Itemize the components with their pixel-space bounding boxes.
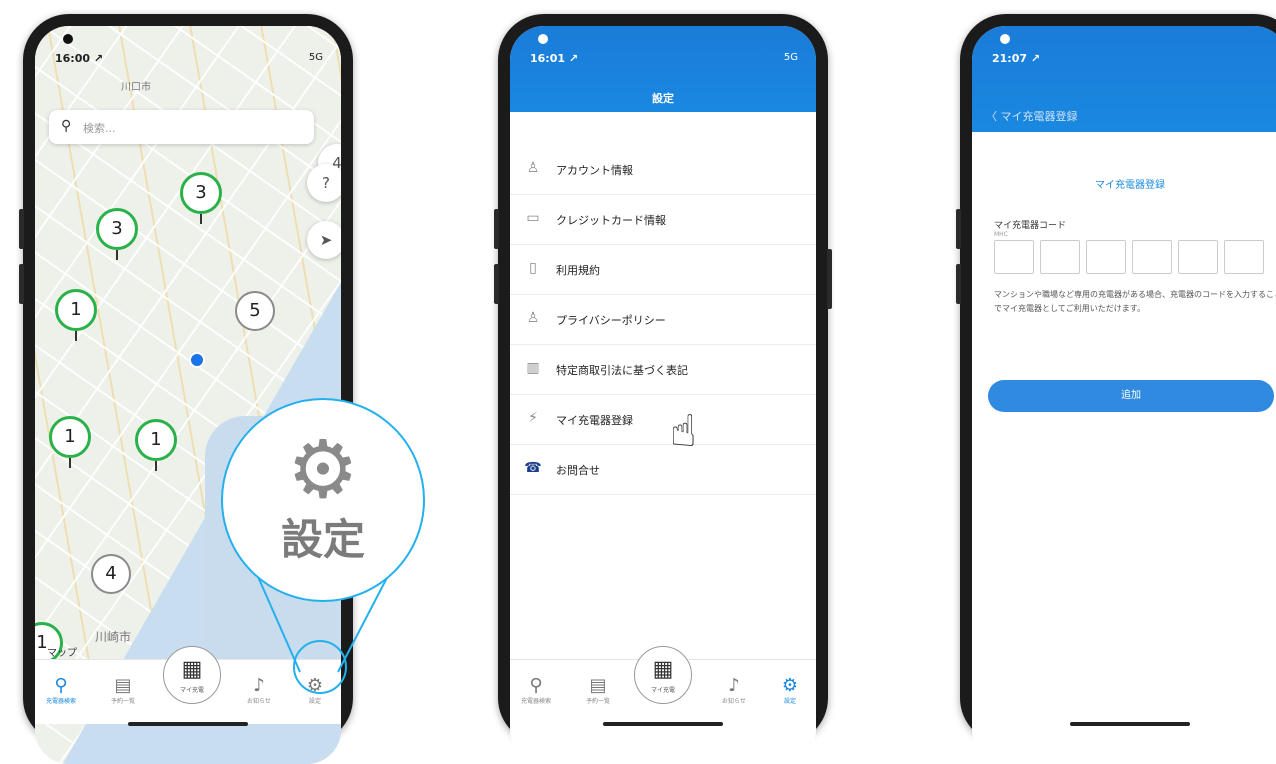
volume-button	[494, 264, 499, 304]
settings-screen: 16:01 ↗ 5G 設定 ♙ アカウント情報 ▭ クレジットカード情報 ▯ 利用規約…	[510, 26, 816, 764]
tab-reservations[interactable]: ▤ 予約一覧	[573, 675, 623, 706]
menu-label: クレジットカード情報	[556, 214, 666, 227]
add-button[interactable]: 追加	[988, 380, 1274, 412]
menu-label: プライバシーポリシー	[556, 314, 666, 327]
home-indicator	[603, 722, 723, 726]
register-header: 21:07 ↗ 〈 マイ充電器登録	[972, 26, 1276, 132]
volume-button	[956, 209, 961, 249]
code-box[interactable]	[1040, 240, 1080, 274]
status-time: 21:07 ↗	[992, 52, 1041, 65]
tab-notifications[interactable]: ♪ お知らせ	[709, 675, 759, 706]
code-box[interactable]	[1224, 240, 1264, 274]
page-title: 設定	[652, 92, 674, 105]
menu-label: お問合せ	[556, 464, 600, 477]
privacy-icon: ♙	[526, 310, 540, 326]
back-button[interactable]: 〈 マイ充電器登録	[986, 108, 1078, 124]
register-screen: 21:07 ↗ 〈 マイ充電器登録 マイ充電器登録 マイ充電器コード MHC マ…	[972, 26, 1276, 764]
camera-icon	[1000, 34, 1010, 44]
building-icon: ▥	[526, 360, 540, 376]
document-icon: ▯	[529, 260, 537, 276]
tab-label: お知らせ	[722, 698, 746, 705]
field-sublabel: MHC	[994, 231, 1008, 238]
hand-pointer-icon: ☝	[670, 406, 697, 457]
phone-my-charger: 21:07 ↗ 〈 マイ充電器登録 マイ充電器登録 マイ充電器コード MHC マ…	[956, 14, 1276, 764]
calendar-icon: ▤	[589, 675, 607, 696]
menu-contact[interactable]: ☎ お問合せ	[510, 444, 816, 495]
tab-bar: ⚲ 充電器検索 ▤ 予約一覧 ▦ マイ充電 ♪ お知らせ ⚙ 設定	[510, 646, 816, 724]
menu-terms[interactable]: ▯ 利用規約	[510, 244, 816, 295]
tab-label: 充電器検索	[520, 698, 551, 705]
callout-label: 設定	[280, 515, 365, 564]
code-box[interactable]	[1178, 240, 1218, 274]
gear-icon: ⚙	[781, 675, 799, 696]
tab-my-charge[interactable]: ▦ マイ充電	[634, 646, 692, 704]
volume-button	[956, 264, 961, 304]
menu-label: 特定商取引法に基づく表記	[556, 364, 688, 377]
volume-button	[494, 209, 499, 249]
home-indicator	[1070, 722, 1190, 726]
card-icon: ▭	[526, 210, 540, 226]
status-time: 16:01 ↗	[530, 52, 579, 65]
highlight-ring	[293, 640, 347, 694]
tab-label: 設定	[783, 698, 796, 705]
status-bar: 21:07 ↗	[972, 26, 1276, 65]
status-signal: 5G	[783, 52, 798, 63]
qr-icon: ▦	[652, 657, 674, 682]
code-box[interactable]	[994, 240, 1034, 274]
person-icon: ♙	[526, 160, 540, 176]
gear-icon: ⚙	[287, 423, 359, 516]
menu-account[interactable]: ♙ アカウント情報	[510, 144, 816, 195]
menu-credit-card[interactable]: ▭ クレジットカード情報	[510, 194, 816, 245]
tab-search[interactable]: ⚲ 充電器検索	[511, 675, 561, 706]
code-box[interactable]	[1132, 240, 1172, 274]
menu-label: アカウント情報	[556, 164, 633, 177]
plug-icon: ⚡	[528, 410, 538, 426]
field-label: マイ充電器コード	[994, 221, 1067, 231]
menu-commerce-law[interactable]: ▥ 特定商取引法に基づく表記	[510, 344, 816, 395]
tab-label: 予約一覧	[585, 698, 610, 705]
menu-privacy[interactable]: ♙ プライバシーポリシー	[510, 294, 816, 345]
form-title: マイ充電器登録	[1095, 180, 1165, 191]
settings-header: 16:01 ↗ 5G 設定	[510, 26, 816, 112]
bell-icon: ♪	[728, 675, 740, 696]
power-button	[827, 249, 832, 309]
menu-label: 利用規約	[556, 264, 600, 277]
tab-label: マイ充電	[650, 687, 675, 694]
settings-callout: ⚙ 設定	[221, 398, 425, 602]
phone-settings: 16:01 ↗ 5G 設定 ♙ アカウント情報 ▭ クレジットカード情報 ▯ 利用規約…	[494, 14, 832, 764]
description-text: マンションや職場など専用の充電器がある場合、充電器のコードを入力することでマイ充…	[994, 290, 1276, 313]
search-icon: ⚲	[529, 675, 543, 696]
camera-icon	[538, 34, 548, 44]
status-bar: 16:01 ↗ 5G	[510, 26, 816, 65]
code-box[interactable]	[1086, 240, 1126, 274]
phone-icon: ☎	[524, 460, 542, 476]
tab-settings[interactable]: ⚙ 設定	[765, 675, 815, 706]
menu-label: マイ充電器登録	[556, 414, 633, 427]
menu-my-charger[interactable]: ⚡ マイ充電器登録	[510, 394, 816, 445]
